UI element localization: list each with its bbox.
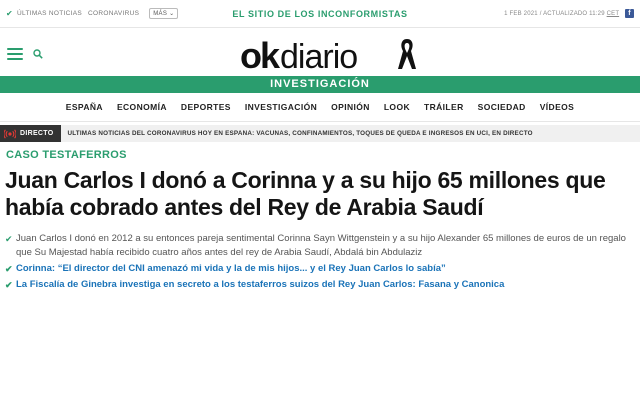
nav-item-videos[interactable]: VÍDEOS bbox=[540, 102, 575, 112]
update-date: 1 FEB 2021 / ACTUALIZADO 11:29 bbox=[504, 11, 605, 17]
nav-item-economia[interactable]: ECONOMÍA bbox=[117, 102, 167, 112]
date-info: 1 FEB 2021 / ACTUALIZADO 11:29 CET f bbox=[504, 9, 634, 18]
article-headline[interactable]: Juan Carlos I donó a Corinna y a su hijo… bbox=[5, 167, 632, 221]
live-broadcast-icon bbox=[4, 128, 16, 139]
live-label: DIRECTO bbox=[20, 130, 54, 137]
article-kicker[interactable]: CASO TESTAFERROS bbox=[6, 149, 640, 161]
facebook-icon[interactable]: f bbox=[625, 9, 634, 18]
nav-item-espana[interactable]: ESPAÑA bbox=[66, 102, 103, 112]
logo-bar: ok diario bbox=[0, 28, 640, 76]
check-icon: ✔ bbox=[5, 280, 13, 290]
logo-diario: diario bbox=[280, 38, 358, 76]
related-link[interactable]: ✔ Corinna: “El director del CNI amenazó … bbox=[5, 262, 632, 276]
related-link-text[interactable]: La Fiscalía de Ginebra investiga en secr… bbox=[16, 278, 504, 292]
site-logo[interactable]: ok diario bbox=[240, 35, 358, 77]
menu-icon[interactable] bbox=[7, 48, 23, 60]
nav-item-deportes[interactable]: DEPORTES bbox=[181, 102, 231, 112]
top-bar: ✔ ÚLTIMAS NOTICIAS CORONAVIRUS MÁS ⌄ EL … bbox=[0, 0, 640, 28]
check-icon: ✔ bbox=[6, 9, 14, 18]
logo-ok: ok bbox=[240, 35, 280, 76]
article-summary: ✔ Juan Carlos I donó en 2012 a su entonc… bbox=[5, 232, 632, 260]
nav-item-investigacion[interactable]: INVESTIGACIÓN bbox=[245, 102, 317, 112]
live-badge: DIRECTO bbox=[0, 125, 62, 142]
section-title: INVESTIGACIÓN bbox=[0, 76, 640, 93]
check-icon: ✔ bbox=[5, 234, 13, 244]
coronavirus-link[interactable]: CORONAVIRUS bbox=[88, 10, 139, 17]
article-bullets: ✔ Juan Carlos I donó en 2012 a su entonc… bbox=[5, 232, 632, 292]
related-link-text[interactable]: Corinna: “El director del CNI amenazó mi… bbox=[16, 262, 446, 276]
check-icon: ✔ bbox=[5, 264, 13, 274]
timezone-label: CET bbox=[606, 11, 620, 17]
nav-item-opinion[interactable]: OPINIÓN bbox=[331, 102, 370, 112]
live-ticker[interactable]: DIRECTO ÚLTIMAS NOTICIAS DEL CORONAVIRUS… bbox=[0, 125, 640, 142]
mourning-ribbon-icon bbox=[398, 39, 416, 69]
more-label: MÁS bbox=[153, 11, 168, 17]
nav-item-sociedad[interactable]: SOCIEDAD bbox=[478, 102, 526, 112]
summary-text: Juan Carlos I donó en 2012 a su entonces… bbox=[16, 233, 626, 258]
ticker-headline[interactable]: ÚLTIMAS NOTICIAS DEL CORONAVIRUS HOY EN … bbox=[61, 130, 532, 137]
top-links: ✔ ÚLTIMAS NOTICIAS CORONAVIRUS MÁS ⌄ bbox=[6, 8, 179, 19]
nav-item-look[interactable]: LOOK bbox=[384, 102, 410, 112]
related-link[interactable]: ✔ La Fiscalía de Ginebra investiga en se… bbox=[5, 278, 632, 292]
main-nav: ESPAÑA ECONOMÍA DEPORTES INVESTIGACIÓN O… bbox=[0, 93, 640, 122]
chevron-down-icon: ⌄ bbox=[169, 11, 175, 17]
latest-news-link[interactable]: ÚLTIMAS NOTICIAS bbox=[17, 10, 82, 17]
nav-item-trailer[interactable]: TRÁILER bbox=[424, 102, 464, 112]
search-icon[interactable] bbox=[33, 49, 43, 59]
more-button[interactable]: MÁS ⌄ bbox=[149, 8, 179, 19]
